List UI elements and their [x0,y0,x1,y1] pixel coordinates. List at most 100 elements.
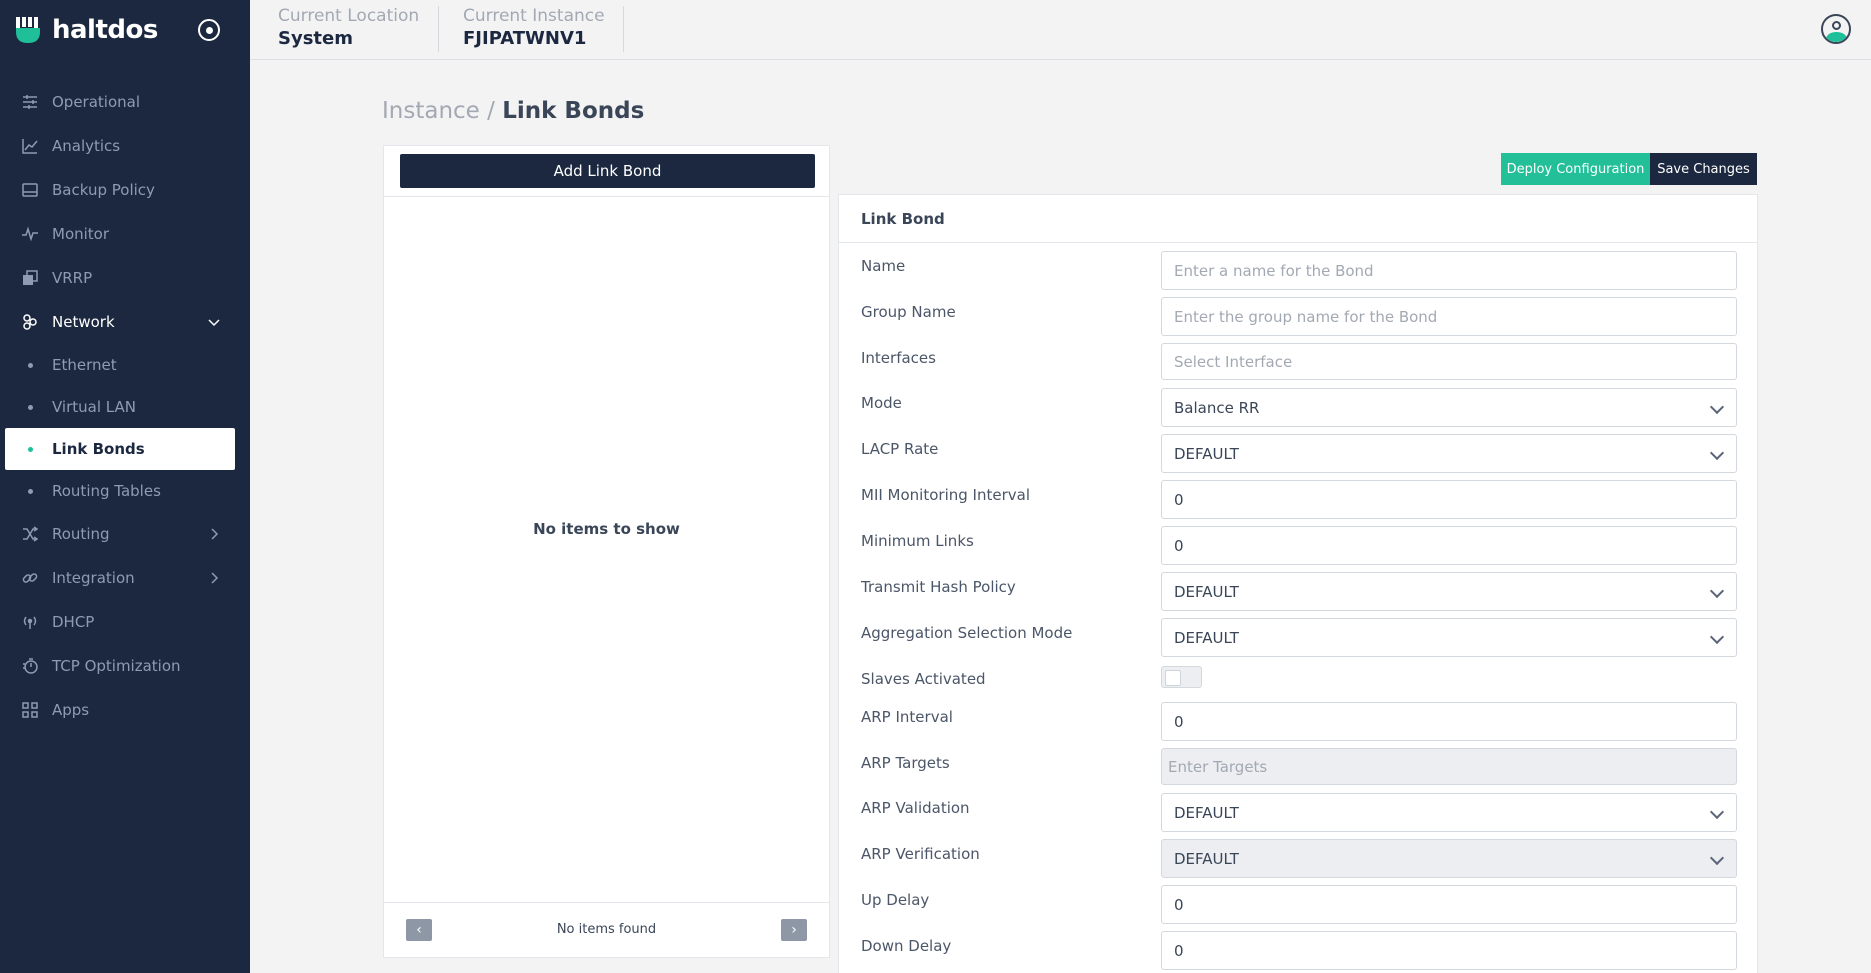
form-row-arp-interval: ARP Interval 0 [839,702,1757,742]
arp-verification-select[interactable]: DEFAULT [1161,839,1737,878]
shuffle-icon [22,526,38,542]
form-row-hash-policy: Transmit Hash Policy DEFAULT [839,572,1757,612]
sidebar-item-integration[interactable]: Integration [0,556,250,600]
select-value: DEFAULT [1174,444,1239,463]
divider [384,196,829,197]
field-label: Down Delay [861,937,952,955]
current-location[interactable]: Current Location System [278,6,419,49]
breadcrumb-current: Link Bonds [502,98,645,124]
sidebar-item-network[interactable]: Network [0,300,250,344]
select-value: Balance RR [1174,398,1260,417]
chevron-down-icon [1709,850,1725,866]
slaves-activated-toggle[interactable] [1161,666,1202,688]
field-label: Interfaces [861,349,936,367]
field-label: Minimum Links [861,532,974,550]
divider [623,6,624,52]
sidebar-item-apps[interactable]: Apps [0,688,250,732]
form-row-down-delay: Down Delay 0 [839,931,1757,971]
aggregation-mode-select[interactable]: DEFAULT [1161,618,1737,657]
sidebar-item-routing[interactable]: Routing [0,512,250,556]
arp-validation-select[interactable]: DEFAULT [1161,793,1737,832]
add-link-bond-button[interactable]: Add Link Bond [400,154,815,188]
form-row-mode: Mode Balance RR [839,388,1757,428]
field-label: ARP Validation [861,799,970,817]
sidebar-item-label: Backup Policy [52,181,155,199]
chevron-right-icon [211,572,219,584]
pulse-icon [22,226,38,242]
sidebar-item-label: DHCP [52,613,95,631]
minimum-links-input[interactable]: 0 [1161,526,1737,565]
field-label: Up Delay [861,891,930,909]
link-bond-list-panel: Add Link Bond No items to show ‹ No item… [383,145,830,958]
sidebar: haltdos Operational Analytics Backup Pol… [0,0,250,973]
sidebar-item-label: Routing [52,525,110,543]
sidebar-item-label: Integration [52,569,135,587]
sidebar-item-tcp-optimization[interactable]: TCP Optimization [0,644,250,688]
save-changes-button[interactable]: Save Changes [1650,153,1757,185]
form-row-up-delay: Up Delay 0 [839,885,1757,925]
current-location-value: System [278,28,353,49]
arp-targets-input[interactable]: Enter Targets [1161,748,1737,785]
sidebar-item-label: Virtual LAN [52,398,136,416]
up-delay-input[interactable]: 0 [1161,885,1737,924]
chevron-down-icon [1709,804,1725,820]
current-location-label: Current Location [278,6,420,26]
sidebar-item-label: Analytics [52,137,121,155]
empty-list-message: No items to show [533,520,680,538]
sidebar-item-vrrp[interactable]: VRRP [0,256,250,300]
user-avatar-icon[interactable] [1821,14,1851,44]
sidebar-item-dhcp[interactable]: DHCP [0,600,250,644]
target-icon[interactable] [198,19,220,41]
deploy-configuration-button[interactable]: Deploy Configuration [1501,153,1650,185]
field-label: Group Name [861,303,956,321]
chevron-down-icon [1709,399,1725,415]
sidebar-item-label: Apps [52,701,90,719]
sidebar-subitem-ethernet[interactable]: Ethernet [0,344,250,386]
sidebar-item-operational[interactable]: Operational [0,80,250,124]
name-input[interactable]: Enter a name for the Bond [1161,251,1737,290]
mii-interval-input[interactable]: 0 [1161,480,1737,519]
form-row-arp-targets: ARP Targets Enter Targets [839,748,1757,788]
chevron-down-icon [1709,583,1725,599]
select-value: DEFAULT [1174,628,1239,647]
field-label: ARP Targets [861,754,950,772]
form-row-lacp-rate: LACP Rate DEFAULT [839,434,1757,474]
breadcrumb: Instance / Link Bonds [382,98,644,124]
next-page-button[interactable]: › [781,919,807,941]
sidebar-subitem-routing-tables[interactable]: Routing Tables [0,470,250,512]
sidebar-item-label: VRRP [52,269,93,287]
group-name-input[interactable]: Enter the group name for the Bond [1161,297,1737,336]
lacp-rate-select[interactable]: DEFAULT [1161,434,1737,473]
current-instance[interactable]: Current Instance FJIPATWNV1 [463,6,605,49]
form-row-slaves-activated: Slaves Activated [839,664,1757,704]
grid-icon [22,702,38,718]
sidebar-item-backup-policy[interactable]: Backup Policy [0,168,250,212]
pagination-status: No items found [556,922,657,937]
field-label: LACP Rate [861,440,939,458]
interfaces-select[interactable]: Select Interface [1161,343,1737,380]
sidebar-subitem-virtual-lan[interactable]: Virtual LAN [0,386,250,428]
link-icon [22,570,38,586]
form-row-minimum-links: Minimum Links 0 [839,526,1757,566]
hash-policy-select[interactable]: DEFAULT [1161,572,1737,611]
broadcast-icon [22,614,38,630]
sidebar-item-monitor[interactable]: Monitor [0,212,250,256]
sidebar-subitem-link-bonds[interactable]: Link Bonds [5,428,235,470]
mode-select[interactable]: Balance RR [1161,388,1737,427]
current-instance-label: Current Instance [463,6,605,26]
breadcrumb-parent[interactable]: Instance [382,98,480,124]
down-delay-input[interactable]: 0 [1161,931,1737,970]
field-label: Mode [861,394,902,412]
arp-interval-input[interactable]: 0 [1161,702,1737,741]
sidebar-item-label: TCP Optimization [52,657,181,675]
field-label: Name [861,257,906,275]
chevron-down-icon [1709,629,1725,645]
hard-drive-icon [22,182,38,198]
field-label: Aggregation Selection Mode [861,624,1073,642]
sidebar-item-label: Monitor [52,225,110,243]
haltdos-logo-icon [16,17,40,43]
sidebar-item-analytics[interactable]: Analytics [0,124,250,168]
select-value: DEFAULT [1174,849,1239,868]
sidebar-nav: Operational Analytics Backup Policy Moni… [0,80,250,732]
divider [438,6,439,52]
